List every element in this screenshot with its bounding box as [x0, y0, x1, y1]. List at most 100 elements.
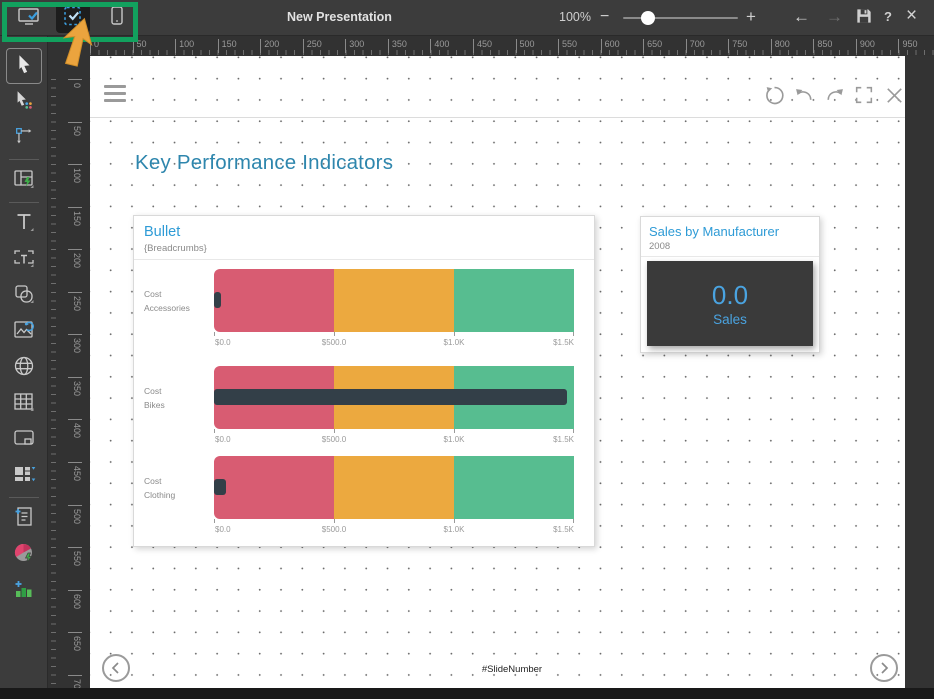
next-slide-button[interactable] [870, 654, 898, 682]
kpi-card[interactable]: Sales by Manufacturer 2008 0.0 Sales [640, 216, 820, 353]
vruler-label: 150 [68, 207, 82, 226]
undo-button[interactable]: ← [793, 7, 810, 27]
bullet-axis-label: $1.0K [444, 338, 465, 347]
slide-canvas[interactable]: Key Performance Indicators Bullet {Bread… [90, 56, 905, 688]
bullet-axis-label: $0.0 [215, 525, 231, 534]
canvas-toolbar [762, 83, 906, 107]
blocks-icon [12, 462, 36, 491]
reset-view-button[interactable] [762, 83, 786, 107]
prev-slide-button[interactable] [102, 654, 130, 682]
bullet-axis-tick [214, 519, 215, 523]
bullet-measure-bar [214, 292, 221, 308]
zoom-in-button[interactable]: + [746, 7, 756, 27]
vruler-label: 550 [68, 547, 82, 566]
bullet-axis-label: $500.0 [322, 435, 346, 444]
desktop-view-button[interactable] [12, 3, 46, 33]
canvas-divider [90, 117, 905, 118]
sidebar-item-image-tool[interactable] [6, 314, 42, 350]
close-canvas-button[interactable] [882, 83, 906, 107]
zoom-slider-thumb[interactable] [641, 11, 655, 25]
smart-cursor-icon [13, 89, 35, 116]
redo-button-canvas[interactable] [822, 83, 846, 107]
bullet-axis-label: $0.0 [215, 338, 231, 347]
redo-icon [823, 84, 846, 107]
callout-icon [12, 426, 36, 455]
sidebar-item-shape-tool[interactable] [6, 278, 42, 314]
bullet-chart-title: Bullet [134, 216, 594, 240]
help-button[interactable]: ? [884, 9, 892, 24]
desktop-check-icon [16, 4, 42, 33]
zoom-slider[interactable] [623, 17, 738, 19]
mobile-view-button[interactable] [100, 3, 134, 33]
bullet-range-segment [334, 269, 454, 332]
fullscreen-button[interactable] [852, 83, 876, 107]
bullet-range-segment [214, 456, 334, 519]
bullet-band: $0.0$500.0$1.0K$1.5K [214, 269, 574, 332]
sidebar-item-table-tool[interactable] [6, 386, 42, 422]
sidebar-item-web-tool[interactable] [6, 350, 42, 386]
mobile-icon [105, 4, 129, 33]
bullet-axis-tick [214, 332, 215, 336]
bullet-range-segment [214, 269, 334, 332]
bullet-axis-tick [214, 429, 215, 433]
sidebar-item-text-frame-tool[interactable] [6, 242, 42, 278]
hruler-label: 50 [133, 39, 147, 53]
sidebar-item-notes-tool[interactable] [6, 501, 42, 537]
vruler-label: 350 [68, 377, 82, 396]
pie-flash-icon [12, 541, 36, 570]
vruler-label: 50 [68, 122, 82, 136]
bullet-axis-label: $1.5K [553, 338, 574, 347]
sidebar-item-text-tool[interactable] [6, 206, 42, 242]
save-button[interactable] [854, 6, 874, 31]
hruler-label: 100 [175, 39, 194, 53]
kpi-value-label: Sales [713, 312, 747, 327]
hruler-label: 500 [516, 39, 535, 53]
vruler-label: 650 [68, 632, 82, 651]
sidebar-item-pie-chart-tool[interactable] [6, 537, 42, 573]
tablet-view-button[interactable] [56, 3, 90, 33]
hruler-label: 650 [643, 39, 662, 53]
redo-button[interactable]: → [826, 7, 843, 27]
undo-icon [793, 84, 816, 107]
bullet-chart-card[interactable]: Bullet {Breadcrumbs} CostAccessories$0.0… [133, 215, 595, 547]
sidebar-item-cursor-tool[interactable] [6, 48, 42, 84]
sidebar-item-bar-chart-tool[interactable] [6, 573, 42, 609]
hruler-label: 900 [856, 39, 875, 53]
slide-title[interactable]: Key Performance Indicators [135, 151, 393, 175]
sidebar-item-frame-tool[interactable] [6, 422, 42, 458]
sidebar-item-layout-tool[interactable] [6, 163, 42, 199]
zoom-out-button[interactable]: − [600, 8, 609, 26]
presentation-editor: New Presentation 100% − + ← → ? × 050100… [0, 0, 934, 699]
sidebar-item-arrange-tool[interactable] [6, 458, 42, 494]
bullet-axis-label: $500.0 [322, 338, 346, 347]
sidebar-item-smart-select-tool[interactable] [6, 84, 42, 120]
sidebar-divider [9, 497, 39, 498]
bullet-axis-tick [454, 429, 455, 433]
hruler-label: 0 [90, 39, 99, 53]
sidebar-item-connector-tool[interactable] [6, 120, 42, 156]
bullet-row: CostClothing$0.0$500.0$1.0K$1.5K [134, 456, 594, 540]
bullet-measure-bar [214, 479, 226, 495]
bullet-axis-label: $500.0 [322, 525, 346, 534]
cursor-icon [13, 53, 35, 80]
vruler-label: 300 [68, 334, 82, 353]
undo-button-canvas[interactable] [792, 83, 816, 107]
vruler-label: 500 [68, 505, 82, 524]
slide-number-placeholder[interactable]: #SlideNumber [442, 664, 582, 675]
bullet-axis-tick [334, 429, 335, 433]
hruler-label: 950 [898, 39, 917, 53]
bullet-axis-label: $0.0 [215, 435, 231, 444]
close-button[interactable]: × [906, 5, 917, 27]
hruler-label: 300 [345, 39, 364, 53]
menu-button[interactable] [104, 85, 126, 102]
text-icon [12, 210, 36, 239]
hruler-label: 550 [558, 39, 577, 53]
bullet-axis-tick [334, 519, 335, 523]
sidebar-divider [9, 159, 39, 160]
kpi-value: 0.0 [712, 280, 748, 311]
hruler-label: 350 [388, 39, 407, 53]
hruler-label: 450 [473, 39, 492, 53]
view-toggle-group [12, 3, 134, 33]
connector-icon [13, 125, 35, 152]
bullet-axis-tick [454, 519, 455, 523]
